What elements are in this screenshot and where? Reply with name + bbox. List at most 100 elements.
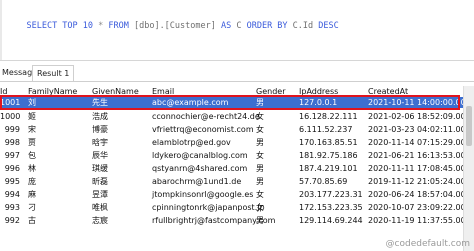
cell-gender[interactable]: 女	[256, 202, 264, 213]
editor-gutter	[0, 0, 2, 60]
table-row[interactable]: 994 麻 昱潭 jtompkinsonrl@google.es 女 203.1…	[0, 189, 471, 200]
table-row[interactable]: 1001 刘 先生 abc@example.com 男 127.0.0.1 20…	[0, 97, 471, 108]
sql-query-line[interactable]: SELECT TOP 10 * FROM [dbo].[Customer] AS…	[6, 2, 338, 31]
cell-id[interactable]: 994	[0, 189, 20, 200]
cell-family-name[interactable]: 刘	[28, 97, 36, 108]
sql-keyword-desc: DESC	[318, 21, 339, 31]
cell-family-name[interactable]: 林	[28, 163, 36, 174]
header-created-at[interactable]: CreatedAt	[368, 86, 408, 97]
cell-gender[interactable]: 女	[256, 124, 264, 135]
cell-created-at[interactable]: 2020-11-11 17:08:45.000	[368, 163, 471, 174]
cell-created-at[interactable]: 2021-06-21 16:13:53.000	[368, 150, 471, 161]
table-row[interactable]: 1000 姬 浩成 cconnochier@e-recht24.de 女 16.…	[0, 111, 471, 122]
cell-ip-address[interactable]: 170.163.85.51	[299, 137, 358, 148]
cell-id[interactable]: 1001	[0, 97, 20, 108]
header-gender[interactable]: Gender	[256, 86, 285, 97]
header-ip-address[interactable]: IpAddress	[299, 86, 338, 97]
cell-family-name[interactable]: 姬	[28, 111, 36, 122]
table-row[interactable]: 999 宋 博豪 vfriettrq@economist.com 女 6.111…	[0, 124, 471, 135]
cell-id[interactable]: 1000	[0, 111, 20, 122]
table-row[interactable]: 996 林 琪缓 qstyanrn@4shared.com 男 187.4.21…	[0, 163, 471, 174]
cell-email[interactable]: ldykero@canalblog.com	[152, 150, 248, 161]
result-grid[interactable]: Id FamilyName GivenName Email Gender IpA…	[0, 86, 474, 251]
cell-family-name[interactable]: 麻	[28, 189, 36, 200]
cell-email[interactable]: elamblotrp@ed.gov	[152, 137, 231, 148]
cell-id[interactable]: 998	[0, 137, 20, 148]
cell-id[interactable]: 992	[0, 215, 20, 226]
cell-email[interactable]: vfriettrq@economist.com	[152, 124, 254, 135]
cell-family-name[interactable]: 贾	[28, 137, 36, 148]
cell-ip-address[interactable]: 16.128.22.111	[299, 111, 358, 122]
cell-gender[interactable]: 男	[256, 215, 264, 226]
cell-email[interactable]: cpinningtonrk@japanpost.jp	[152, 202, 265, 213]
cell-given-name[interactable]: 昕磊	[92, 176, 108, 187]
sql-order-column: C.Id	[287, 21, 319, 31]
cell-created-at[interactable]: 2019-11-12 21:05:24.000	[368, 176, 471, 187]
cell-given-name[interactable]: 晗宇	[92, 137, 108, 148]
cell-gender[interactable]: 女	[256, 111, 264, 122]
cell-id[interactable]: 996	[0, 163, 20, 174]
cell-email[interactable]: jtompkinsonrl@google.es	[152, 189, 253, 200]
cell-family-name[interactable]: 包	[28, 150, 36, 161]
cell-gender[interactable]: 女	[256, 150, 264, 161]
cell-email[interactable]: qstyanrn@4shared.com	[152, 163, 247, 174]
cell-created-at[interactable]: 2020-11-14 07:15:29.000	[368, 137, 471, 148]
cell-created-at[interactable]: 2021-02-06 18:52:09.000	[368, 111, 471, 122]
cell-gender[interactable]: 男	[256, 97, 264, 108]
cell-ip-address[interactable]: 6.111.52.237	[299, 124, 352, 135]
cell-ip-address[interactable]: 187.4.219.101	[299, 163, 358, 174]
cell-given-name[interactable]: 唯枫	[92, 202, 108, 213]
cell-id[interactable]: 997	[0, 150, 20, 161]
results-tab-bar: Message Result 1	[0, 63, 474, 82]
header-id[interactable]: Id	[0, 86, 20, 97]
cell-created-at[interactable]: 2020-06-24 18:57:04.000	[368, 189, 471, 200]
cell-family-name[interactable]: 刁	[28, 202, 36, 213]
cell-ip-address[interactable]: 181.92.75.186	[299, 150, 358, 161]
grid-scrollbar[interactable]	[463, 86, 474, 251]
sql-star: *	[93, 21, 109, 31]
cell-family-name[interactable]: 古	[28, 215, 36, 226]
scroll-thumb[interactable]	[466, 106, 472, 146]
sql-editor[interactable]: SELECT TOP 10 * FROM [dbo].[Customer] AS…	[0, 0, 474, 61]
cell-gender[interactable]: 男	[256, 163, 264, 174]
cell-ip-address[interactable]: 57.70.85.69	[299, 176, 347, 187]
cell-family-name[interactable]: 庞	[28, 176, 36, 187]
cell-given-name[interactable]: 志宸	[92, 215, 108, 226]
cell-given-name[interactable]: 博豪	[92, 124, 108, 135]
tab-result-1[interactable]: Result 1	[32, 65, 75, 81]
cell-given-name[interactable]: 辰华	[92, 150, 108, 161]
grid-header: Id FamilyName GivenName Email Gender IpA…	[0, 86, 464, 97]
cell-ip-address[interactable]: 129.114.69.244	[299, 215, 363, 226]
sql-keyword-as: AS	[220, 21, 232, 31]
cell-id[interactable]: 995	[0, 176, 20, 187]
table-row[interactable]: 992 古 志宸 rfullbrightrj@fastcompany.com 男…	[0, 215, 471, 226]
sql-keyword-order-by: ORDER BY	[246, 21, 288, 31]
table-row[interactable]: 995 庞 昕磊 abarochrm@1und1.de 男 57.70.85.6…	[0, 176, 471, 187]
header-given-name[interactable]: GivenName	[92, 86, 139, 97]
cell-created-at[interactable]: 2020-10-07 23:09:22.000	[368, 202, 471, 213]
cell-ip-address[interactable]: 172.153.223.35	[299, 202, 363, 213]
table-row[interactable]: 993 刁 唯枫 cpinningtonrk@japanpost.jp 女 17…	[0, 202, 471, 213]
cell-email[interactable]: cconnochier@e-recht24.de	[152, 111, 260, 122]
cell-email[interactable]: abc@example.com	[152, 97, 228, 108]
header-family-name[interactable]: FamilyName	[28, 86, 77, 97]
cell-email[interactable]: abarochrm@1und1.de	[152, 176, 241, 187]
cell-given-name[interactable]: 昱潭	[92, 189, 108, 200]
table-row[interactable]: 998 贾 晗宇 elamblotrp@ed.gov 男 170.163.85.…	[0, 137, 471, 148]
cell-gender[interactable]: 男	[256, 137, 264, 148]
cell-gender[interactable]: 男	[256, 176, 264, 187]
cell-family-name[interactable]: 宋	[28, 124, 36, 135]
cell-id[interactable]: 999	[0, 124, 20, 135]
cell-ip-address[interactable]: 203.177.223.31	[299, 189, 363, 200]
cell-given-name[interactable]: 琪缓	[92, 163, 108, 174]
cell-created-at[interactable]: 2021-03-23 04:02:11.000	[368, 124, 471, 135]
cell-created-at[interactable]: 2021-10-11 14:00:00.000	[368, 97, 471, 108]
cell-given-name[interactable]: 先生	[92, 97, 108, 108]
table-row[interactable]: 997 包 辰华 ldykero@canalblog.com 女 181.92.…	[0, 150, 471, 161]
cell-ip-address[interactable]: 127.0.0.1	[299, 97, 337, 108]
cell-id[interactable]: 993	[0, 202, 20, 213]
cell-given-name[interactable]: 浩成	[92, 111, 108, 122]
cell-gender[interactable]: 女	[256, 189, 264, 200]
cell-created-at[interactable]: 2020-11-19 11:37:55.000	[368, 215, 471, 226]
header-email[interactable]: Email	[152, 86, 174, 97]
